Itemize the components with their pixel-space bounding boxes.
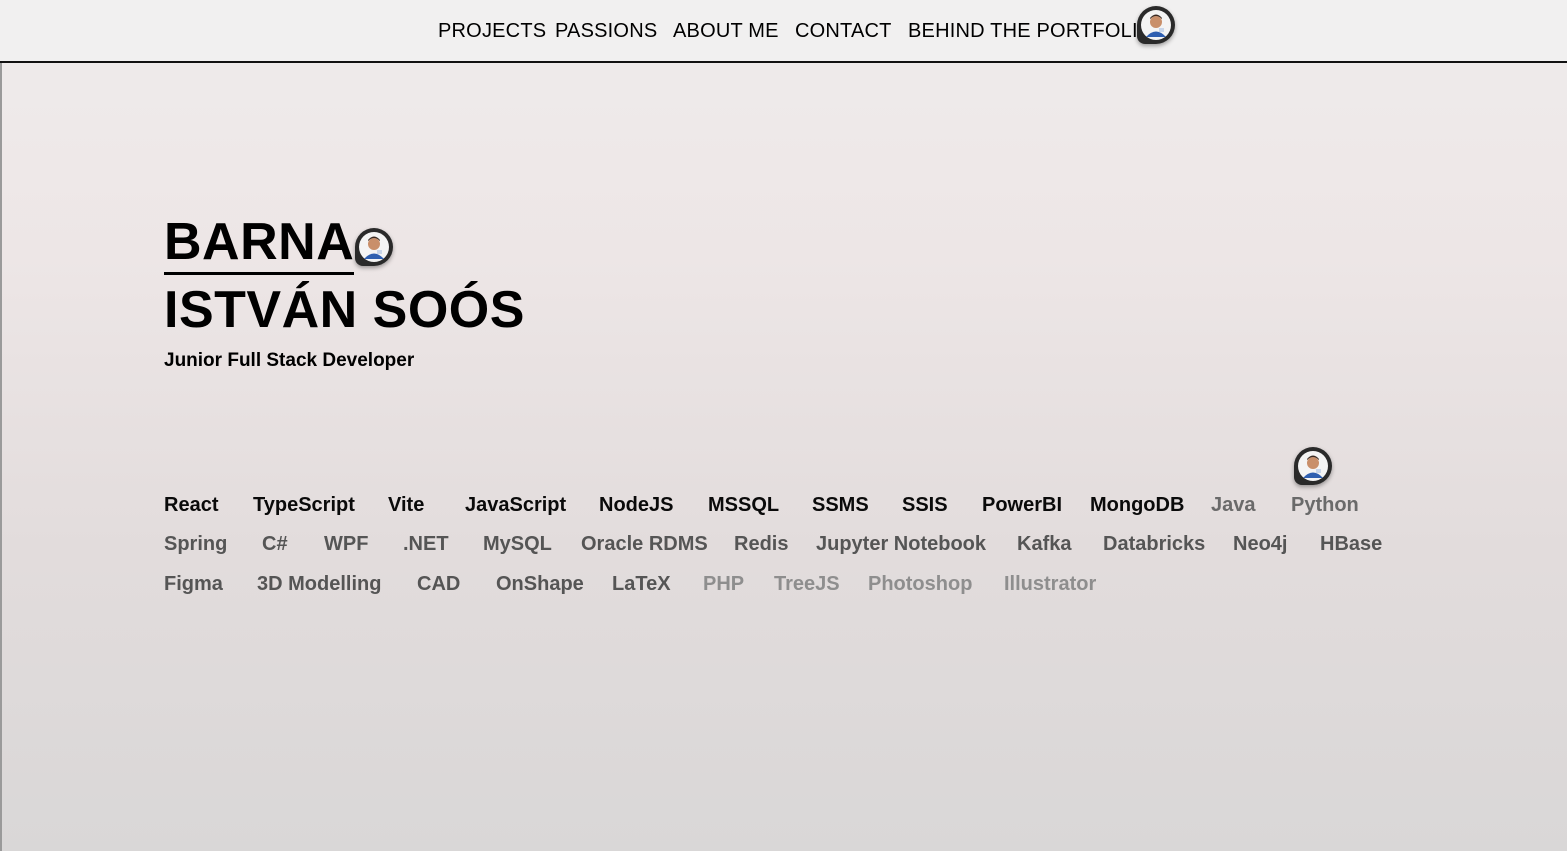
skill-tag[interactable]: TypeScript — [253, 494, 355, 517]
hero-last-name: ISTVÁN SOÓS — [164, 281, 525, 339]
skill-tag[interactable]: MSSQL — [708, 494, 779, 517]
skill-tag[interactable]: TreeJS — [774, 573, 840, 596]
skill-tag[interactable]: MySQL — [483, 533, 552, 556]
skill-tag[interactable]: SSIS — [902, 494, 948, 517]
skill-tag[interactable]: Figma — [164, 573, 223, 596]
hero-role: Junior Full Stack Developer — [164, 350, 415, 371]
nav-passions[interactable]: PASSIONS — [555, 20, 657, 43]
skill-tag[interactable]: Redis — [734, 533, 788, 556]
skill-tag[interactable]: Databricks — [1103, 533, 1205, 556]
skill-tag[interactable]: React — [164, 494, 218, 517]
skill-tag[interactable]: LaTeX — [612, 573, 671, 596]
skill-tag[interactable]: MongoDB — [1090, 494, 1184, 517]
skill-tag[interactable]: SSMS — [812, 494, 869, 517]
skill-tag[interactable]: Python — [1291, 494, 1359, 517]
nav-projects[interactable]: PROJECTS — [438, 20, 546, 43]
nav-contact[interactable]: CONTACT — [795, 20, 892, 43]
skill-tag[interactable]: Spring — [164, 533, 227, 556]
window-left-border — [0, 0, 2, 851]
skill-tag[interactable]: NodeJS — [599, 494, 673, 517]
skill-tag[interactable]: HBase — [1320, 533, 1382, 556]
avatar-icon — [1294, 447, 1332, 485]
skill-tag[interactable]: .NET — [403, 533, 449, 556]
hero-first-name[interactable]: BARNA — [164, 212, 355, 275]
skill-tag[interactable]: PHP — [703, 573, 744, 596]
skill-tag[interactable]: OnShape — [496, 573, 584, 596]
skill-tag[interactable]: Photoshop — [868, 573, 972, 596]
skill-tag[interactable]: C# — [262, 533, 288, 556]
nav-behind-the-portfolio[interactable]: BEHIND THE PORTFOLIO — [908, 20, 1154, 43]
skill-tag[interactable]: JavaScript — [465, 494, 566, 517]
skill-tag[interactable]: Jupyter Notebook — [816, 533, 986, 556]
skill-tag[interactable]: Kafka — [1017, 533, 1071, 556]
skill-tag[interactable]: Java — [1211, 494, 1256, 517]
avatar-icon — [355, 228, 393, 266]
skill-tag[interactable]: PowerBI — [982, 494, 1062, 517]
avatar-icon — [1137, 6, 1175, 44]
nav-about-me[interactable]: ABOUT ME — [673, 20, 779, 43]
top-navigation: PROJECTS PASSIONS ABOUT ME CONTACT BEHIN… — [0, 0, 1567, 63]
skill-tag[interactable]: CAD — [417, 573, 460, 596]
skill-tag[interactable]: WPF — [324, 533, 368, 556]
skill-tag[interactable]: 3D Modelling — [257, 573, 381, 596]
skill-tag[interactable]: Illustrator — [1004, 573, 1096, 596]
skill-tag[interactable]: Oracle RDMS — [581, 533, 708, 556]
skill-tag[interactable]: Neo4j — [1233, 533, 1287, 556]
skill-tag[interactable]: Vite — [388, 494, 424, 517]
